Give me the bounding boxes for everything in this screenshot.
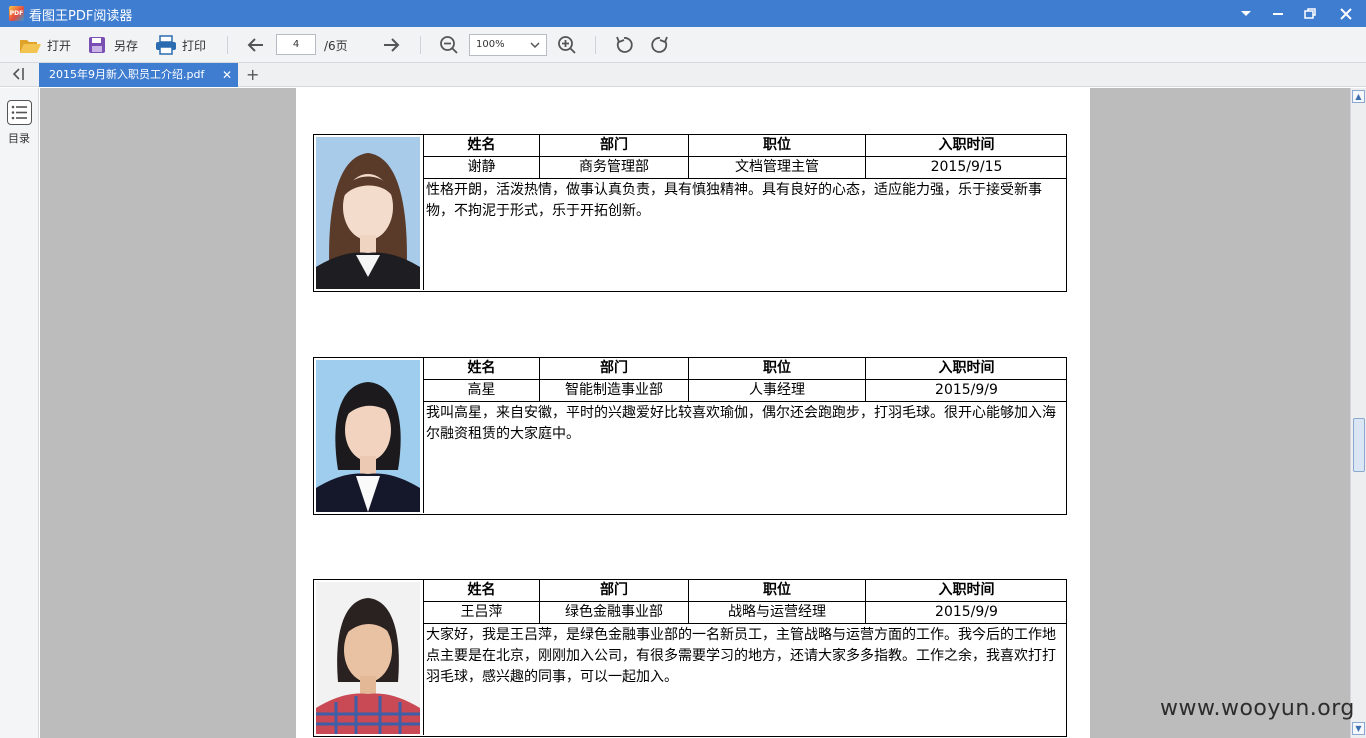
close-icon[interactable] <box>1336 4 1356 24</box>
employee-hire-date: 2015/9/9 <box>935 604 998 620</box>
employee-photo <box>316 137 420 289</box>
chevron-down-icon <box>530 35 540 63</box>
zoom-out-button[interactable] <box>439 27 459 63</box>
app-title: 看图王PDF阅读器 <box>29 9 133 24</box>
title-bar: PDF 看图王PDF阅读器 <box>0 0 1366 27</box>
header-department: 部门 <box>540 580 689 602</box>
employee-card: 姓名 部门 职位 入职时间 王吕萍 绿色金融事业部 战略与运营经理 2015/9… <box>313 579 1067 737</box>
print-label: 打印 <box>182 38 207 53</box>
printer-icon <box>156 35 176 55</box>
toolbar-divider <box>227 36 228 54</box>
watermark: www.wooyun.org <box>1160 696 1355 721</box>
toolbar: 打开 另存 打印 4 /6页 100% <box>0 27 1366 63</box>
open-button[interactable]: 打开 <box>18 27 71 63</box>
collapse-sidebar-icon[interactable] <box>11 67 25 85</box>
employee-info-table: 姓名 部门 职位 入职时间 王吕萍 绿色金融事业部 战略与运营经理 2015/9… <box>423 580 1067 735</box>
employee-hire-date: 2015/9/9 <box>935 382 998 398</box>
scroll-thumb[interactable] <box>1353 418 1365 472</box>
employee-intro: 性格开朗，活泼热情，做事认真负责，具有慎独精神。具有良好的心态，适应能力强，乐于… <box>426 182 1042 219</box>
employee-intro: 大家好，我是王吕萍，是绿色金融事业部的一名新员工，主管战略与运营方面的工作。我今… <box>426 627 1056 685</box>
table-row: 王吕萍 绿色金融事业部 战略与运营经理 2015/9/9 <box>424 602 1067 624</box>
employee-position: 文档管理主管 <box>689 157 866 179</box>
employee-name: 谢静 <box>424 157 540 179</box>
toc-icon[interactable] <box>7 100 32 125</box>
employee-department: 商务管理部 <box>540 157 689 179</box>
employee-card: 姓名 部门 职位 入职时间 高星 智能制造事业部 人事经理 2015/9/9 我… <box>313 357 1067 515</box>
header-department: 部门 <box>540 135 689 157</box>
header-name: 姓名 <box>424 358 540 380</box>
employee-photo <box>316 360 420 512</box>
restore-icon[interactable] <box>1300 4 1320 24</box>
employee-name: 王吕萍 <box>424 602 540 624</box>
header-hire-date: 入职时间 <box>938 137 995 153</box>
employee-info-table: 姓名 部门 职位 入职时间 高星 智能制造事业部 人事经理 2015/9/9 我… <box>423 358 1067 513</box>
close-tab-icon[interactable]: ✕ <box>222 63 232 87</box>
header-hire-date: 入职时间 <box>938 360 995 376</box>
arrow-left-icon <box>247 38 263 52</box>
tab-document[interactable]: 2015年9月新入职员工介绍.pdf ✕ <box>39 63 238 87</box>
employee-info-table: 姓名 部门 职位 入职时间 谢静 商务管理部 文档管理主管 2015/9/15 … <box>423 135 1067 290</box>
header-position: 职位 <box>689 580 866 602</box>
page-number-input[interactable]: 4 <box>276 34 316 55</box>
header-position: 职位 <box>689 358 866 380</box>
employee-intro: 我叫高星，来自安徽，平时的兴趣爱好比较喜欢瑜伽，偶尔还会跑跑步，打羽毛球。很开心… <box>426 405 1056 442</box>
tab-bar: 2015年9月新入职员工介绍.pdf ✕ + <box>0 63 1366 87</box>
print-button[interactable]: 打印 <box>155 27 206 63</box>
header-position: 职位 <box>689 135 866 157</box>
employee-card: 姓名 部门 职位 入职时间 谢静 商务管理部 文档管理主管 2015/9/15 … <box>313 134 1067 292</box>
header-name: 姓名 <box>424 580 540 602</box>
employee-department: 智能制造事业部 <box>540 380 689 402</box>
zoom-in-icon <box>558 36 576 54</box>
document-viewer[interactable]: 姓名 部门 职位 入职时间 谢静 商务管理部 文档管理主管 2015/9/15 … <box>40 88 1350 738</box>
toc-label[interactable]: 目录 <box>8 130 30 146</box>
save-icon <box>89 37 105 53</box>
arrow-right-icon <box>384 38 400 52</box>
header-name: 姓名 <box>424 135 540 157</box>
rotate-right-button[interactable] <box>650 27 670 63</box>
minimize-icon[interactable] <box>1268 4 1288 24</box>
open-label: 打开 <box>47 38 72 53</box>
rotate-right-icon <box>651 36 668 53</box>
employee-photo <box>316 582 420 734</box>
employee-hire-date: 2015/9/15 <box>930 159 1003 175</box>
zoom-value: 100% <box>476 39 505 50</box>
zoom-in-button[interactable] <box>557 27 577 63</box>
toolbar-divider <box>420 36 421 54</box>
header-hire-date: 入职时间 <box>938 582 995 598</box>
tab-label: 2015年9月新入职员工介绍.pdf <box>49 68 205 81</box>
new-tab-icon[interactable]: + <box>246 65 259 84</box>
employee-position: 人事经理 <box>689 380 866 402</box>
zoom-out-icon <box>440 36 458 54</box>
table-header-row: 姓名 部门 职位 入职时间 <box>424 358 1067 380</box>
prev-page-button[interactable] <box>246 27 266 63</box>
save-as-button[interactable]: 另存 <box>88 27 138 63</box>
next-page-button[interactable] <box>381 27 401 63</box>
table-row: 高星 智能制造事业部 人事经理 2015/9/9 <box>424 380 1067 402</box>
app-logo-icon: PDF <box>9 6 24 21</box>
pdf-page: 姓名 部门 职位 入职时间 谢静 商务管理部 文档管理主管 2015/9/15 … <box>296 88 1090 738</box>
header-department: 部门 <box>540 358 689 380</box>
vertical-scrollbar[interactable]: ▲ ▼ <box>1350 88 1366 738</box>
zoom-select[interactable]: 100% <box>469 34 547 56</box>
save-as-label: 另存 <box>114 38 139 53</box>
sidebar: 目录 <box>0 88 39 738</box>
rotate-left-button[interactable] <box>614 27 634 63</box>
folder-open-icon <box>20 40 41 53</box>
employee-name: 高星 <box>424 380 540 402</box>
chevron-down-icon[interactable] <box>1236 4 1256 24</box>
table-row: 谢静 商务管理部 文档管理主管 2015/9/15 <box>424 157 1067 179</box>
scroll-down-icon[interactable]: ▼ <box>1352 722 1365 735</box>
toolbar-divider <box>595 36 596 54</box>
page-total: /6页 <box>324 39 348 53</box>
table-header-row: 姓名 部门 职位 入职时间 <box>424 580 1067 602</box>
employee-department: 绿色金融事业部 <box>540 602 689 624</box>
table-header-row: 姓名 部门 职位 入职时间 <box>424 135 1067 157</box>
scroll-up-icon[interactable]: ▲ <box>1352 90 1365 103</box>
rotate-left-icon <box>616 36 633 53</box>
employee-position: 战略与运营经理 <box>689 602 866 624</box>
